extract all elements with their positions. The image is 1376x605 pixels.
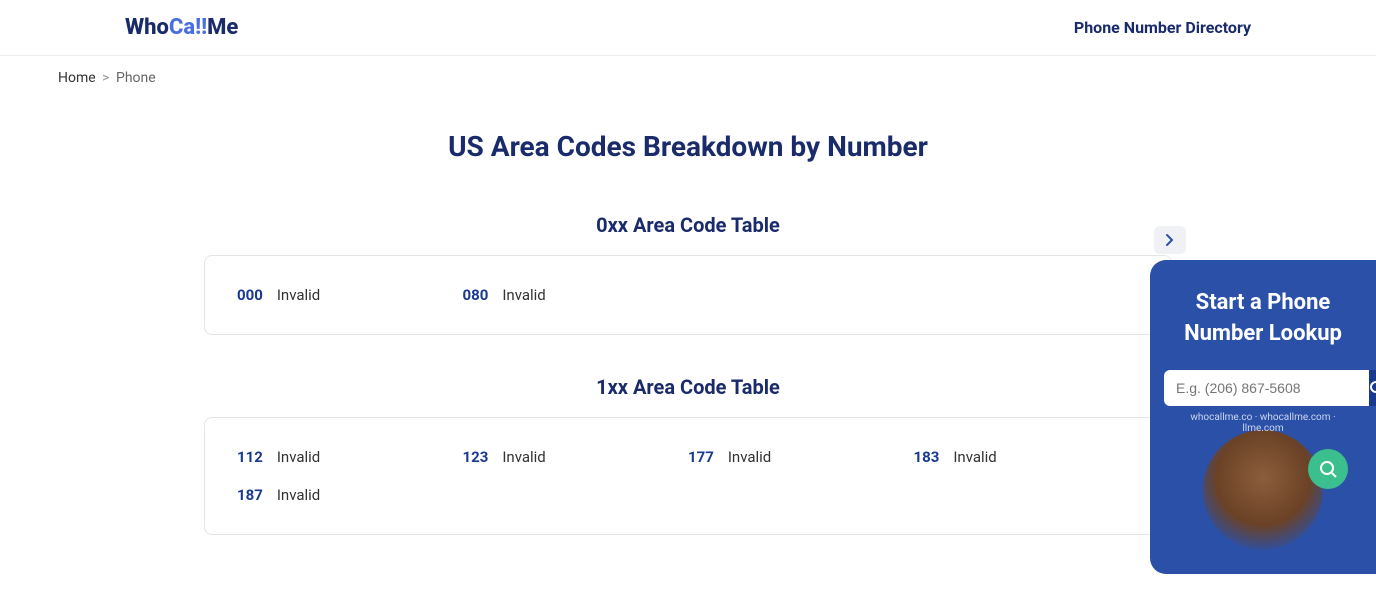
- code-item: 177 Invalid: [688, 448, 914, 466]
- table-section-1xx: 1xx Area Code Table 112 Invalid 123 Inva…: [204, 375, 1172, 535]
- code-num[interactable]: 123: [463, 448, 489, 466]
- phone-search-input[interactable]: [1164, 370, 1369, 406]
- search-button[interactable]: [1369, 370, 1376, 406]
- code-label: Invalid: [277, 448, 320, 466]
- table-title: 1xx Area Code Table: [204, 375, 1172, 399]
- breadcrumb-current: Phone: [116, 70, 156, 86]
- chevron-right-icon: [1165, 233, 1175, 247]
- search-fab[interactable]: [1308, 449, 1348, 489]
- code-num[interactable]: 080: [463, 286, 489, 304]
- circle-text: whocallme.co · whocallme.com · llme.com: [1185, 412, 1341, 568]
- code-num[interactable]: 000: [237, 286, 263, 304]
- search-row: [1164, 370, 1362, 406]
- logo-part1: Who: [125, 15, 169, 40]
- table-title: 0xx Area Code Table: [204, 213, 1172, 237]
- code-label: Invalid: [277, 286, 320, 304]
- code-item: 000 Invalid: [237, 286, 463, 304]
- code-num[interactable]: 187: [237, 486, 263, 504]
- code-item: 123 Invalid: [463, 448, 689, 466]
- sidebar-title: Start a Phone Number Lookup: [1164, 288, 1362, 350]
- chevron-right-button[interactable]: [1154, 226, 1186, 254]
- breadcrumb-home[interactable]: Home: [58, 70, 96, 86]
- logo[interactable]: WhoCa!!Me: [125, 15, 238, 40]
- code-num[interactable]: 112: [237, 448, 263, 466]
- code-item: 187 Invalid: [237, 486, 463, 504]
- code-label: Invalid: [277, 486, 320, 504]
- search-icon: [1319, 460, 1337, 478]
- code-label: Invalid: [502, 286, 545, 304]
- logo-part2: Ca!!: [169, 15, 207, 40]
- page-title: US Area Codes Breakdown by Number: [58, 130, 1318, 163]
- code-label: Invalid: [953, 448, 996, 466]
- table-box: 000 Invalid 080 Invalid: [204, 255, 1172, 335]
- code-num[interactable]: 177: [688, 448, 714, 466]
- logo-part3: Me: [207, 15, 238, 40]
- table-box: 112 Invalid 123 Invalid 177 Invalid 183 …: [204, 417, 1172, 535]
- code-label: Invalid: [728, 448, 771, 466]
- table-section-0xx: 0xx Area Code Table 000 Invalid 080 Inva…: [204, 213, 1172, 335]
- breadcrumb: Home > Phone: [0, 56, 1376, 100]
- nav-phone-directory[interactable]: Phone Number Directory: [1074, 18, 1251, 37]
- breadcrumb-sep: >: [102, 70, 109, 86]
- code-item: 183 Invalid: [914, 448, 1140, 466]
- promo-image: whocallme.co · whocallme.com · llme.com: [1203, 430, 1323, 550]
- code-num[interactable]: 183: [914, 448, 940, 466]
- code-item: 080 Invalid: [463, 286, 689, 304]
- code-item: 112 Invalid: [237, 448, 463, 466]
- code-label: Invalid: [502, 448, 545, 466]
- search-icon: [1369, 380, 1376, 396]
- lookup-sidebar: Start a Phone Number Lookup whocallme.co…: [1150, 260, 1376, 574]
